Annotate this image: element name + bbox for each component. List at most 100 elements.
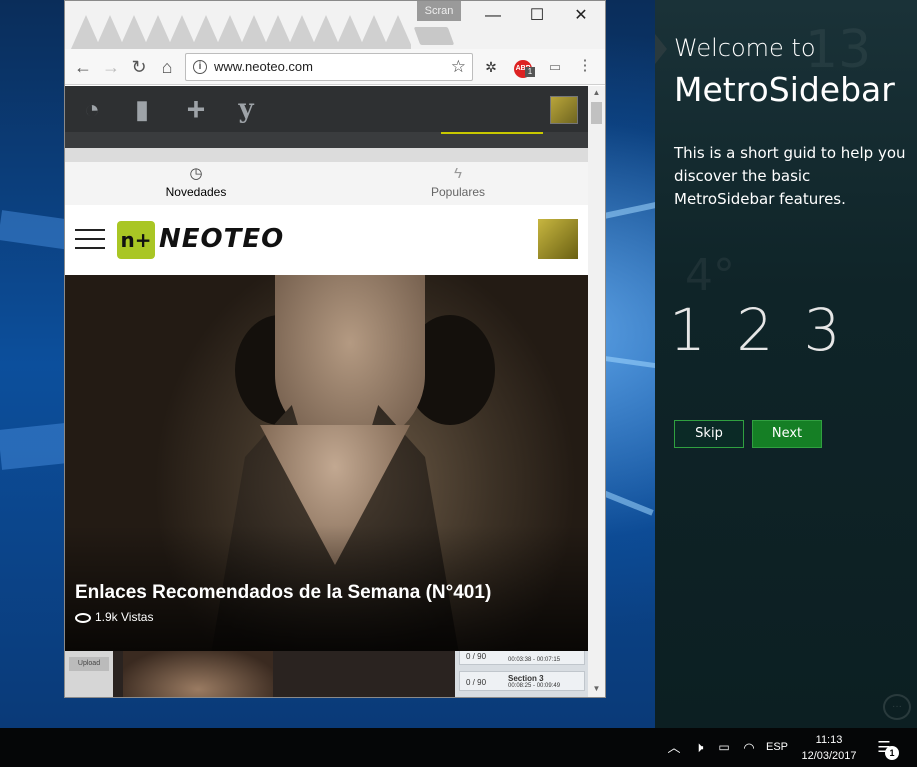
maximize-button[interactable]: ☐ [517,5,557,27]
forward-arrow-icon[interactable]: → [99,55,123,79]
wifi-icon[interactable]: ◠ [738,728,760,767]
page-scrollbar[interactable]: ▲ ▼ [588,86,605,697]
metro-sidebar-panel: 13 4° Welcome to MetroSidebar This is a … [655,0,917,728]
scroll-down-arrow-icon[interactable]: ▼ [588,684,605,693]
language-indicator[interactable]: ESP [764,728,790,767]
site-tabs: ◷ Novedades ϟ Populares [65,162,588,205]
user-avatar[interactable] [550,96,578,124]
dashboard-gauge-icon[interactable]: ◔ [77,94,107,124]
light-beam [0,422,72,470]
accent-line [441,132,543,134]
notification-badge: 1 [885,746,899,760]
plus-icon[interactable]: + [181,93,211,125]
browser-tab[interactable] [71,15,101,49]
browser-tab[interactable] [167,15,197,49]
tab-strip[interactable] [71,15,411,49]
clock-date: 12/03/2017 [801,750,857,762]
volume-icon[interactable]: 🕨 [688,728,710,767]
preview-time: 00:03:38 - 00:07:15 [508,657,561,663]
browser-tab[interactable] [215,15,245,49]
show-hidden-icons-icon[interactable]: ︿ [664,728,684,767]
browser-tab[interactable] [359,15,389,49]
taskbar: ︿ 🕨 ▭ ◠ ESP 11:13 12/03/2017 ☰ 1 [0,728,917,767]
scroll-up-arrow-icon[interactable]: ▲ [588,88,605,97]
address-bar[interactable]: i www.neoteo.com ☆ [185,53,473,81]
tab-novedades[interactable]: ◷ Novedades [65,162,327,205]
admin-bar-strip [65,132,588,148]
adblock-badge: 1 [525,67,535,77]
bookmark-star-icon[interactable]: ☆ [451,57,466,77]
browser-tab[interactable] [239,15,269,49]
extension-puzzle-icon[interactable]: ✲ [481,57,501,77]
preview-panel: 0 / 90 00:03:38 - 00:07:15 0 / 90 Sectio… [455,651,588,697]
skip-button[interactable]: Skip [674,420,744,448]
browser-tab[interactable] [311,15,341,49]
tab-label: Populares [430,185,486,199]
chat-bubble-icon: ··· [883,694,911,720]
home-icon[interactable]: ⌂ [155,55,179,79]
menu-dots-icon[interactable]: ⋮ [577,57,593,77]
app-name-heading: MetroSidebar [674,70,895,109]
lightning-icon: ϟ [454,165,462,182]
logo-text[interactable]: NEOTEO [159,224,284,254]
ghost-weather-tile: 4° [685,250,735,301]
light-beam [0,210,72,250]
browser-toolbar: ← → ↻ ⌂ i www.neoteo.com ☆ ✲ ABP 1 ▭ ⋮ [65,49,605,85]
close-button[interactable]: ✕ [561,5,601,27]
title-bar[interactable]: Scran — ☐ ✕ [65,1,605,49]
new-tab-button[interactable] [413,27,455,45]
wp-admin-bar: ◔ ▮ + y [65,86,588,132]
url-text[interactable]: www.neoteo.com [214,59,313,74]
web-page[interactable]: ◔ ▮ + y ◷ Novedades ϟ Populares n+ NEOTE… [65,86,588,697]
separator-strip [65,148,588,162]
scroll-thumb[interactable] [591,102,602,124]
article-headline[interactable]: Enlaces Recomendados de la Semana (N°401… [75,582,491,604]
pointer-arrow-icon [655,34,667,64]
clock-icon: ◷ [189,165,203,182]
upload-label: Upload [69,657,109,671]
next-article-preview[interactable]: Upload 0 / 90 00:03:38 - 00:07:15 0 / 90… [65,651,588,697]
guide-description: This is a short guid to help you discove… [674,144,906,208]
cast-icon[interactable]: ▭ [545,57,565,77]
browser-tab[interactable] [335,15,365,49]
tab-label: Novedades [165,185,227,199]
browser-tab[interactable] [95,15,125,49]
browser-tab[interactable] [143,15,173,49]
welcome-heading: Welcome to [674,34,816,62]
battery-icon[interactable]: ▭ [713,728,735,767]
browser-tab[interactable] [383,15,411,49]
site-header: n+ NEOTEO [65,205,588,275]
site-user-avatar[interactable] [538,219,578,259]
tab-tooltip: Scran [417,1,461,21]
preview-row: 0 / 90 00:03:38 - 00:07:15 [459,651,585,665]
preview-count: 0 / 90 [466,652,487,661]
preview-row: 0 / 90 Section 3 00:08:25 - 00:09:49 [459,671,585,691]
adblock-icon[interactable]: ABP 1 [513,57,535,78]
reload-icon[interactable]: ↻ [127,55,151,79]
views-count: 1.9k Vistas [95,610,154,624]
preview-count: 0 / 90 [466,678,487,687]
browser-tab[interactable] [263,15,293,49]
site-info-icon[interactable]: i [193,60,207,74]
tab-populares[interactable]: ϟ Populares [327,162,588,205]
hamburger-menu-icon[interactable] [75,229,105,251]
clock-time: 11:13 [815,734,843,746]
browser-window[interactable]: Scran — ☐ ✕ ← → ↻ ⌂ i www.neoteo.com ☆ ✲… [64,0,606,698]
logo-mark[interactable]: n+ [117,221,155,259]
browser-tab[interactable] [287,15,317,49]
sidebar-background [655,0,917,728]
comment-icon[interactable]: ▮ [127,94,157,124]
yoast-icon[interactable]: y [231,94,261,124]
minimize-button[interactable]: — [473,5,513,27]
browser-tab[interactable] [119,15,149,49]
hero-image-part [275,275,425,445]
browser-tab[interactable] [191,15,221,49]
preview-sidebar: Upload [65,651,113,697]
back-arrow-icon[interactable]: ← [71,55,95,79]
action-center-icon[interactable]: ☰ 1 [874,738,899,760]
article-hero[interactable]: Enlaces Recomendados de la Semana (N°401… [65,275,588,651]
preview-section: Section 3 [508,674,544,683]
taskbar-clock[interactable]: 11:13 12/03/2017 [793,732,865,764]
next-button[interactable]: Next [752,420,822,448]
eye-icon [75,612,91,623]
